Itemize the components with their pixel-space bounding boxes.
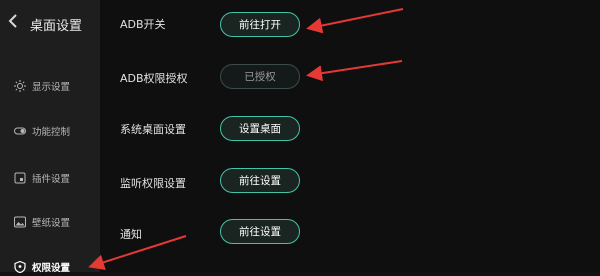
chevron-left-icon[interactable]: [8, 14, 18, 32]
adb-open-button[interactable]: 前往打开: [220, 12, 300, 37]
sidebar-item-label: 显示设置: [32, 82, 71, 93]
sidebar: 桌面设置 显示设置 功能控制 插件设置 壁纸设置 权限设置: [0, 0, 100, 274]
notification-label: 通知: [120, 228, 142, 241]
set-desktop-button[interactable]: 设置桌面: [220, 116, 300, 141]
sidebar-item-label: 插件设置: [32, 174, 71, 185]
sidebar-item-plugin[interactable]: 插件设置: [14, 169, 100, 187]
notification-settings-button[interactable]: 前往设置: [220, 219, 300, 244]
plugin-icon: [14, 172, 26, 184]
adb-authorize-label: ADB权限授权: [120, 72, 188, 85]
sidebar-item-function-control[interactable]: 功能控制: [14, 122, 100, 140]
sidebar-item-permission[interactable]: 权限设置: [14, 258, 100, 276]
sun-icon: [14, 80, 26, 92]
listen-permission-label: 监听权限设置: [120, 177, 186, 190]
shield-icon: [14, 261, 26, 273]
toggle-icon: [14, 125, 26, 137]
sidebar-item-label: 功能控制: [32, 127, 71, 138]
sidebar-title: 桌面设置: [30, 19, 83, 34]
system-desktop-label: 系统桌面设置: [120, 123, 186, 136]
adb-switch-label: ADB开关: [120, 18, 166, 31]
adb-authorized-button[interactable]: 已授权: [220, 64, 300, 89]
sidebar-item-display[interactable]: 显示设置: [14, 77, 100, 95]
listen-permission-button[interactable]: 前往设置: [220, 168, 300, 193]
image-icon: [14, 216, 26, 228]
sidebar-item-wallpaper[interactable]: 壁纸设置: [14, 213, 100, 231]
sidebar-item-label: 壁纸设置: [32, 218, 71, 229]
